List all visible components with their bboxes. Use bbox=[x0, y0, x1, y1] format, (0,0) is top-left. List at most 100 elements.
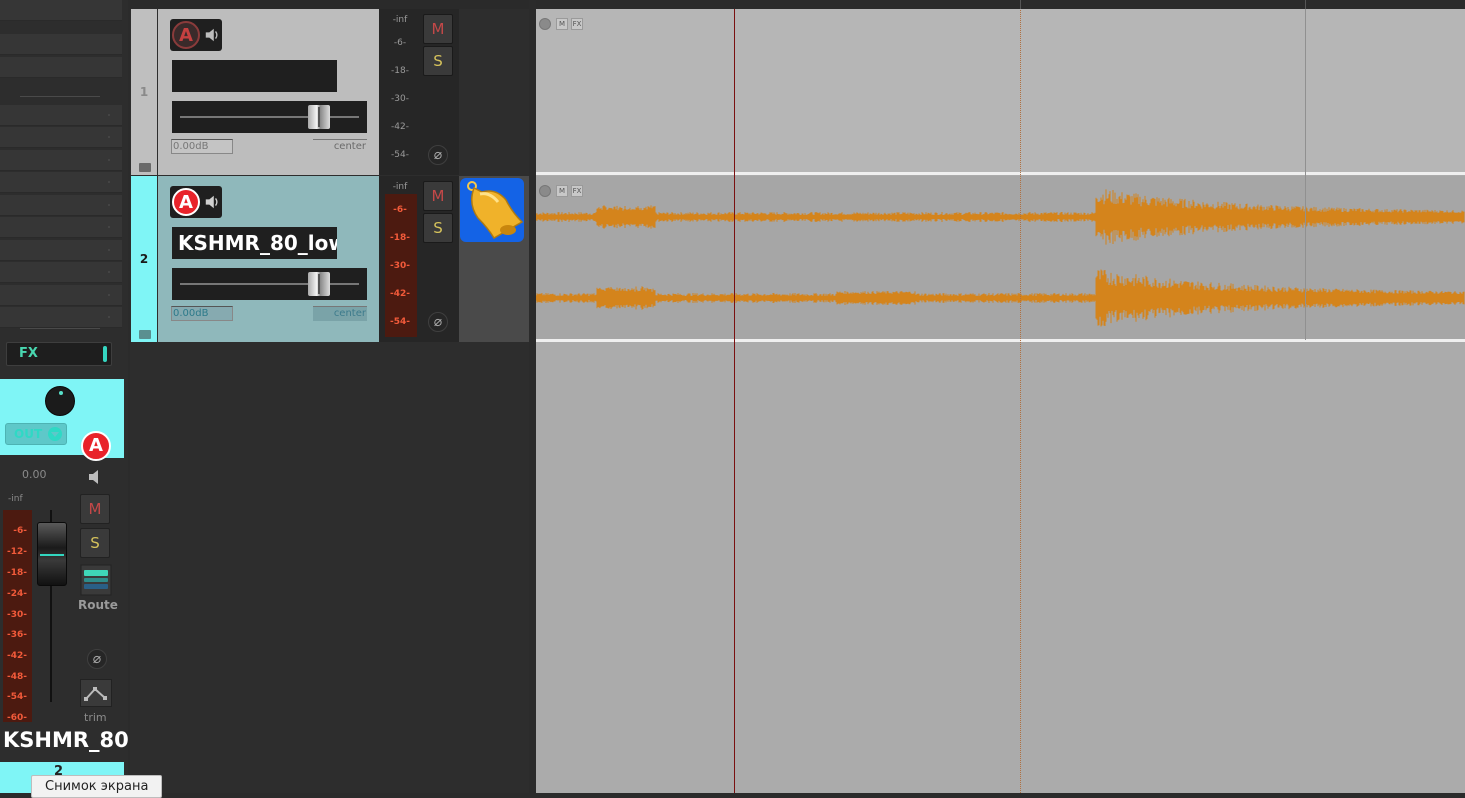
route-icon[interactable] bbox=[80, 564, 112, 596]
send-slot[interactable] bbox=[0, 240, 122, 261]
pan-value[interactable]: center bbox=[313, 139, 367, 154]
speaker-icon[interactable] bbox=[87, 468, 105, 490]
bell-icon[interactable] bbox=[460, 178, 524, 242]
meter-peak: -inf bbox=[8, 494, 23, 504]
speaker-icon[interactable] bbox=[204, 194, 220, 214]
divider bbox=[20, 328, 100, 329]
track-name-field[interactable] bbox=[172, 60, 337, 92]
meter-tick: -48- bbox=[7, 672, 27, 682]
fx-slot[interactable] bbox=[0, 0, 122, 21]
meter-tick: -30- bbox=[390, 261, 410, 271]
track-number[interactable]: 2 bbox=[131, 176, 157, 342]
meter-tick: -24- bbox=[7, 589, 27, 599]
meter-tick: -54- bbox=[390, 317, 410, 327]
meter-tick: -6- bbox=[393, 205, 407, 215]
power-icon[interactable] bbox=[539, 18, 551, 30]
fx-button[interactable]: FX bbox=[6, 342, 112, 366]
phase-invert-button[interactable]: ⌀ bbox=[428, 145, 448, 165]
fx-slot[interactable] bbox=[0, 57, 122, 78]
ruler-tick bbox=[1020, 0, 1021, 9]
meter-tick: -inf bbox=[392, 182, 408, 192]
fx-slot[interactable] bbox=[0, 34, 122, 55]
phase-invert-button[interactable]: ⌀ bbox=[87, 649, 107, 669]
meter-tick: -18- bbox=[390, 233, 410, 243]
send-slot[interactable] bbox=[0, 127, 122, 148]
volume-fader[interactable] bbox=[37, 522, 67, 586]
ruler-tick bbox=[1305, 0, 1306, 9]
meter-tick: -54- bbox=[7, 692, 27, 702]
pan-value[interactable]: center bbox=[313, 306, 367, 321]
solo-button[interactable]: S bbox=[423, 213, 453, 243]
ruler bbox=[130, 0, 1465, 9]
meter-tick: -30- bbox=[7, 610, 27, 620]
track-controls: A 0.00dB center bbox=[158, 9, 379, 175]
chevron-down-icon bbox=[48, 427, 62, 441]
send-slot[interactable] bbox=[0, 307, 122, 328]
meter-tick: -54- bbox=[391, 150, 409, 160]
send-slot[interactable] bbox=[0, 172, 122, 193]
phase-invert-button[interactable]: ⌀ bbox=[428, 312, 448, 332]
record-arm-button[interactable]: A bbox=[172, 21, 200, 49]
track-2: 2 A KSHMR_80_low 0.00dB center -inf -6- … bbox=[131, 176, 529, 342]
speaker-icon[interactable] bbox=[204, 27, 220, 47]
fx-area[interactable] bbox=[459, 176, 529, 342]
folder-icon[interactable] bbox=[139, 163, 151, 172]
volume-slider[interactable] bbox=[172, 268, 367, 300]
arm-group: A bbox=[170, 19, 222, 51]
volume-readout: 0.00 bbox=[22, 468, 47, 481]
fx-indicator bbox=[103, 346, 107, 362]
track-name-field[interactable]: KSHMR_80_low bbox=[172, 227, 337, 259]
edit-cursor[interactable] bbox=[734, 9, 735, 793]
track-meter: -inf -6- -18- -30- -42- -54- M S ⌀ bbox=[379, 9, 459, 175]
record-arm-button[interactable]: A bbox=[172, 188, 200, 216]
send-slot[interactable] bbox=[0, 150, 122, 171]
send-slot[interactable] bbox=[0, 217, 122, 238]
send-slot[interactable] bbox=[0, 262, 122, 283]
solo-button[interactable]: S bbox=[80, 528, 110, 558]
item-fx-label[interactable]: FX bbox=[571, 18, 583, 30]
meter-tick: -12- bbox=[7, 547, 27, 557]
send-slot[interactable] bbox=[0, 195, 122, 216]
level-meter: -6- -12- -18- -24- -30- -36- -42- -48- -… bbox=[3, 510, 32, 723]
lane-separator bbox=[536, 339, 1465, 342]
meter-tick: -42- bbox=[391, 122, 409, 132]
mute-button[interactable]: M bbox=[80, 494, 110, 524]
lane-separator bbox=[536, 172, 1465, 175]
output-button[interactable]: OUT bbox=[5, 423, 67, 445]
meter-tick: -18- bbox=[391, 66, 409, 76]
width-knob[interactable] bbox=[45, 386, 75, 416]
meter-tick: -42- bbox=[7, 651, 27, 661]
grid-line bbox=[1305, 0, 1306, 340]
send-slot[interactable] bbox=[0, 285, 122, 306]
meter-tick: -6- bbox=[393, 38, 407, 48]
meter-tick: -36- bbox=[7, 630, 27, 640]
record-arm-button[interactable]: A bbox=[81, 431, 111, 461]
send-slot[interactable] bbox=[0, 105, 122, 126]
grid-line bbox=[1020, 0, 1021, 793]
track-number[interactable]: 1 bbox=[131, 9, 157, 175]
tooltip: Снимок экрана bbox=[31, 775, 163, 798]
arm-group: A bbox=[170, 186, 222, 218]
meter-tick: -42- bbox=[390, 289, 410, 299]
track-controls: A KSHMR_80_low 0.00dB center bbox=[158, 176, 379, 342]
mixer-track-name[interactable]: KSHMR_80 bbox=[3, 728, 128, 752]
fx-label: FX bbox=[19, 346, 38, 361]
meter-tick: -inf bbox=[392, 15, 408, 25]
track-1-lane[interactable]: M FX bbox=[536, 9, 1465, 173]
fx-area[interactable] bbox=[459, 9, 529, 175]
mixer-strip: FX OUT A 0.00 -inf -6- -12- -18- -24- -3… bbox=[0, 0, 128, 793]
output-label: OUT bbox=[14, 427, 43, 441]
audio-waveform[interactable] bbox=[536, 176, 1465, 340]
mute-button[interactable]: M bbox=[423, 181, 453, 211]
volume-slider[interactable] bbox=[172, 101, 367, 133]
mute-button[interactable]: M bbox=[423, 14, 453, 44]
item-mute-label[interactable]: M bbox=[556, 18, 568, 30]
envelope-icon[interactable] bbox=[80, 679, 112, 707]
track-2-lane[interactable]: M FX bbox=[536, 176, 1465, 340]
divider bbox=[20, 96, 100, 97]
panel-divider[interactable] bbox=[529, 0, 536, 793]
route-label: Route bbox=[78, 598, 118, 612]
solo-button[interactable]: S bbox=[423, 46, 453, 76]
automation-mode-label: trim bbox=[84, 711, 107, 724]
folder-icon[interactable] bbox=[139, 330, 151, 339]
